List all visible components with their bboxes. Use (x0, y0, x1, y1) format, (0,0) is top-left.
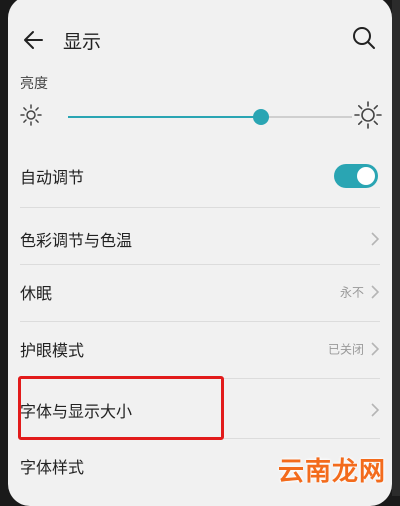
auto-adjust-row[interactable]: 自动调节 (8, 148, 392, 204)
toggle-knob (357, 167, 375, 185)
sleep-value: 永不 (339, 285, 364, 300)
chevron-right-icon (371, 232, 380, 246)
chevron-right-icon (371, 285, 380, 299)
brightness-label: 亮度 (20, 76, 48, 92)
divider (20, 207, 380, 208)
eye-comfort-value: 已关闭 (327, 342, 364, 357)
sleep-row[interactable]: 休眠 永不 (8, 264, 392, 320)
eye-comfort-label: 护眼模式 (20, 341, 85, 360)
color-temperature-label: 色彩调节与色温 (20, 231, 133, 250)
brightness-slider-fill (68, 116, 262, 118)
highlight-box (18, 376, 224, 440)
device-bezel (392, 0, 400, 496)
auto-adjust-label: 自动调节 (20, 168, 85, 187)
brightness-slider-thumb[interactable] (253, 109, 270, 125)
settings-screen: 显示 亮度 自动调节 色彩调节与色温 休眠 永不 护眼模式 已关闭 字体与显示大… (8, 0, 392, 506)
chevron-right-icon (371, 403, 380, 417)
search-icon[interactable] (350, 24, 378, 52)
eye-comfort-row[interactable]: 护眼模式 已关闭 (8, 321, 392, 377)
back-arrow-icon[interactable] (20, 26, 48, 54)
auto-adjust-toggle[interactable] (334, 164, 378, 188)
top-bar: 显示 (8, 0, 392, 76)
color-temperature-row[interactable]: 色彩调节与色温 (8, 211, 392, 267)
sun-small-icon (20, 104, 42, 126)
page-title: 显示 (63, 31, 102, 53)
sun-large-icon (354, 101, 382, 129)
brightness-slider[interactable] (68, 109, 352, 125)
watermark-text: 云南龙网 (277, 457, 386, 487)
font-style-label: 字体样式 (20, 458, 85, 477)
chevron-right-icon (371, 342, 380, 356)
sleep-label: 休眠 (20, 284, 53, 303)
